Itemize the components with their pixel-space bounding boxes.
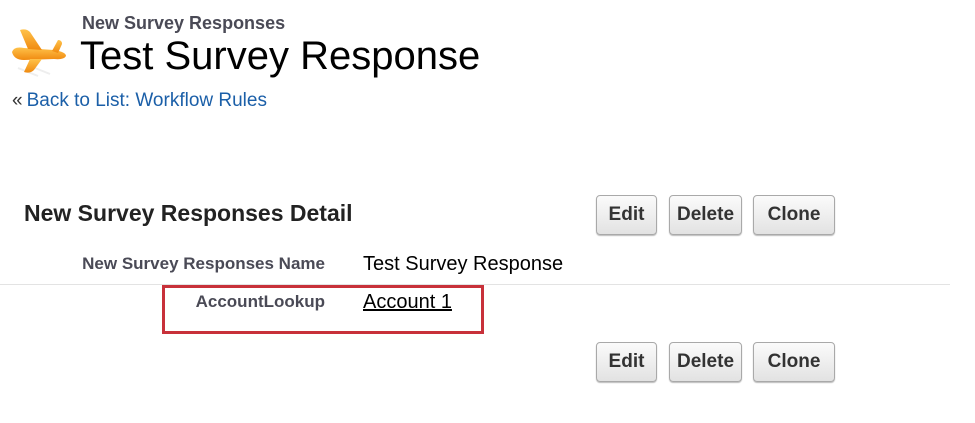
page-title: Test Survey Response	[80, 34, 481, 78]
field-value-name: Test Survey Response	[363, 253, 564, 275]
delete-button-bottom[interactable]: Delete	[669, 342, 742, 382]
breadcrumb: «Back to List: Workflow Rules	[12, 90, 267, 112]
detail-heading: New Survey Responses Detail	[24, 200, 353, 226]
clone-button[interactable]: Clone	[753, 195, 835, 235]
field-label-name: New Survey Responses Name	[82, 254, 325, 273]
clone-button-bottom[interactable]: Clone	[753, 342, 835, 382]
back-arrow-icon: «	[12, 90, 23, 111]
back-to-list-link[interactable]: Back to List: Workflow Rules	[27, 90, 267, 111]
airplane-icon	[8, 26, 70, 78]
edit-button[interactable]: Edit	[596, 195, 657, 235]
edit-button-bottom[interactable]: Edit	[596, 342, 657, 382]
delete-button[interactable]: Delete	[669, 195, 742, 235]
highlight-box	[162, 285, 484, 334]
object-label: New Survey Responses	[82, 13, 286, 33]
